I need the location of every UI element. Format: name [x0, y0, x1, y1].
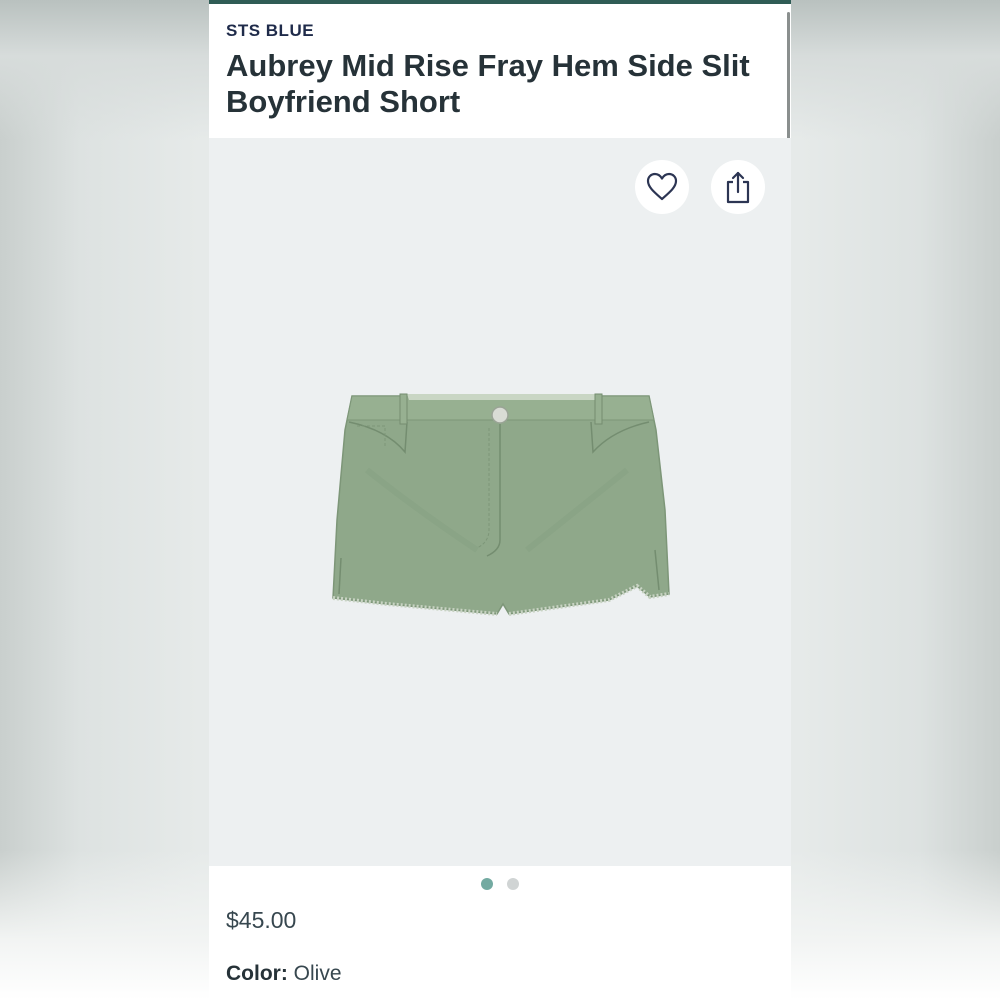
product-price: $45.00: [226, 907, 297, 933]
color-label: Color:: [226, 962, 288, 985]
share-button[interactable]: [711, 160, 765, 214]
product-photo: [332, 393, 670, 616]
color-selection: Color: Olive: [226, 962, 342, 986]
carousel-dot-2[interactable]: [507, 878, 519, 890]
share-icon: [726, 171, 750, 204]
carousel-dot-1[interactable]: [481, 878, 493, 890]
product-image-carousel[interactable]: [209, 138, 791, 866]
carousel-pagination: [209, 878, 791, 892]
phone-screen: STS BLUE Aubrey Mid Rise Fray Hem Side S…: [209, 0, 791, 1000]
top-accent-bar: [209, 0, 791, 4]
color-value: Olive: [293, 962, 342, 985]
brand-name[interactable]: STS BLUE: [226, 21, 314, 41]
heart-icon: [646, 172, 678, 201]
product-title: Aubrey Mid Rise Fray Hem Side Slit Boyfr…: [226, 48, 750, 119]
favorite-button[interactable]: [635, 160, 689, 214]
